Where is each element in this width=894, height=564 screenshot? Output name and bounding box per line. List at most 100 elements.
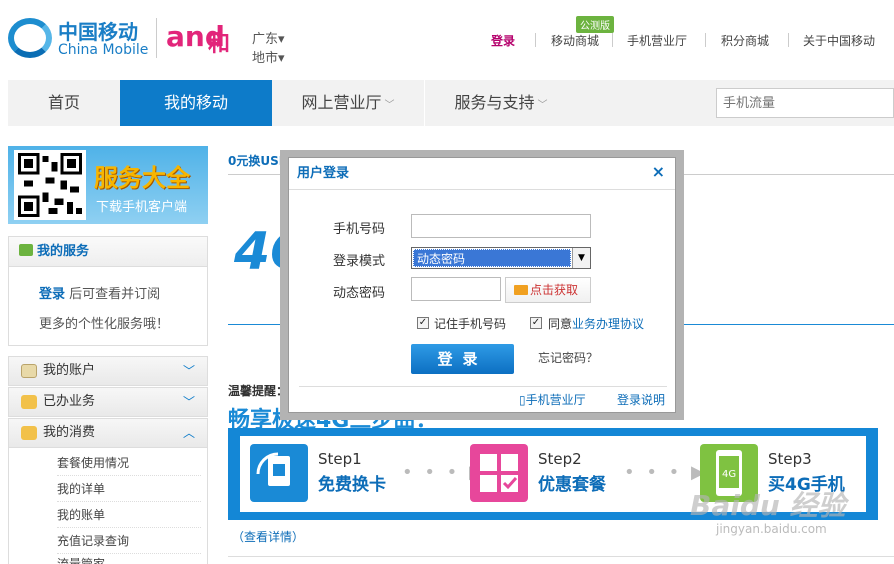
nav-online-hall-label: 网上营业厅 [301, 93, 382, 112]
top-nav-separator [705, 33, 706, 47]
baidu-watermark: Baidu 经验 [690, 489, 846, 522]
nav-service-support[interactable]: 服务与支持 ﹀ [425, 80, 577, 126]
consumption-submenu: 套餐使用情况 我的详单 我的账单 充值记录查询 流量管家 [8, 448, 208, 564]
and-he-logo[interactable]: and 和 [166, 16, 236, 60]
submenu-package-usage[interactable]: 套餐使用情况 [57, 450, 201, 476]
login-mode-label: 登录模式 [333, 254, 386, 269]
mobile-hall-link[interactable]: 手机营业厅 [627, 32, 687, 49]
beta-badge: 公测版 [576, 16, 614, 33]
get-code-button[interactable]: 点击获取 [505, 277, 591, 303]
logo-cn-text: 中国移动 [58, 20, 138, 44]
banner-title: 服务大全 [94, 164, 190, 192]
accordion-my-account-label: 我的账户 [43, 363, 96, 378]
points-mall-link[interactable]: 积分商城 [721, 32, 769, 49]
submenu-data-manager[interactable]: 流量管家 [57, 554, 201, 564]
view-details-link[interactable]: （查看详情） [232, 528, 304, 545]
agree-terms-text: 同意业务办理协议 [548, 315, 644, 332]
mobile-hall-modal-link-label: 手机营业厅 [525, 393, 586, 407]
step2-label: Step2 [538, 450, 582, 468]
step3-label: Step3 [768, 450, 812, 468]
services-login-link[interactable]: 登录 [39, 287, 65, 302]
services-line1-text: 后可查看并订阅 [65, 287, 161, 302]
login-link[interactable]: 登录 [491, 32, 515, 49]
services-line2: 更多的个性化服务哦！ [39, 317, 170, 332]
modal-title: 用户登录 [289, 158, 675, 190]
province-dropdown[interactable]: 广东▾ [252, 30, 285, 49]
step2-name[interactable]: 优惠套餐 [538, 470, 606, 495]
site-header: 中国移动 China Mobile and 和 广东▾ 地市▾ 公测版 登录 移… [0, 0, 894, 80]
modal-footer-divider [299, 386, 667, 387]
header-divider [156, 18, 157, 58]
submenu-my-details[interactable]: 我的详单 [57, 476, 201, 502]
nav-home[interactable]: 首页 [8, 80, 120, 126]
phone-label: 手机号码 [333, 222, 386, 237]
region-selector[interactable]: 广东▾ 地市▾ [252, 30, 285, 68]
login-help-link[interactable]: 登录说明 [617, 391, 665, 408]
baidu-watermark-url: jingyan.baidu.com [716, 522, 827, 536]
step1-label: Step1 [318, 450, 362, 468]
remember-phone-checkbox[interactable]: ✓ [417, 317, 429, 329]
top-nav-separator [788, 33, 789, 47]
mobile-hall-modal-link[interactable]: ▯手机营业厅 [519, 391, 586, 408]
accordion-handled-business[interactable]: 已办业务 ﹀ [8, 387, 208, 417]
city-dropdown[interactable]: 地市▾ [252, 49, 285, 68]
top-nav-separator [612, 33, 613, 47]
about-link[interactable]: 关于中国移动 [803, 32, 875, 49]
submenu-my-bill[interactable]: 我的账单 [57, 502, 201, 528]
accordion-my-consumption[interactable]: 我的消费 ︿ [8, 418, 208, 448]
logo-en-text: China Mobile [58, 42, 149, 58]
login-mode-value: 动态密码 [413, 249, 571, 267]
step1-name[interactable]: 免费换卡 [318, 470, 386, 495]
banner-subtitle: 下载手机客户端 [96, 200, 188, 215]
service-banner[interactable]: 服务大全 下载手机客户端 [8, 146, 208, 224]
he-logo-text: 和 [208, 32, 231, 57]
chevron-down-icon: ﹀ [384, 100, 395, 111]
warm-tip-label: 温馨提醒： [228, 384, 289, 398]
agree-terms-checkbox[interactable]: ✓ [530, 317, 542, 329]
envelope-icon [514, 285, 528, 295]
services-icon [19, 244, 33, 256]
chevron-down-icon: ﹀ [537, 100, 548, 111]
dynamic-code-input[interactable] [411, 277, 501, 301]
chevron-down-icon: ﹀ [182, 364, 195, 378]
my-services-panel: 我的服务 登录 后可查看并订阅 更多的个性化服务哦！ [8, 236, 208, 346]
nav-my-mobile[interactable]: 我的移动 [120, 80, 272, 126]
dynamic-code-label: 动态密码 [333, 286, 386, 301]
agree-prefix: 同意 [548, 317, 573, 331]
mall-link[interactable]: 移动商城 [551, 32, 599, 49]
accordion-my-consumption-label: 我的消费 [43, 425, 96, 440]
chevron-up-icon: ︿ [182, 426, 195, 440]
search-input[interactable] [716, 88, 894, 118]
accordion-my-account[interactable]: 我的账户 ﹀ [8, 356, 208, 386]
close-icon[interactable]: × [652, 162, 665, 181]
coins-icon [21, 426, 37, 440]
services-login-line: 登录 后可查看并订阅 [39, 283, 160, 302]
chevron-down-icon: ▼ [572, 248, 590, 268]
accordion-handled-business-label: 已办业务 [43, 394, 96, 409]
business-agreement-link[interactable]: 业务办理协议 [572, 317, 644, 331]
remember-phone-label: 记住手机号码 [434, 317, 507, 331]
package-grid-icon [470, 444, 528, 502]
login-mode-select[interactable]: 动态密码 ▼ [411, 247, 591, 269]
submenu-recharge-records[interactable]: 充值记录查询 [57, 528, 201, 554]
forgot-password-link[interactable]: 忘记密码？ [538, 349, 598, 366]
get-code-label: 点击获取 [530, 283, 579, 297]
login-button[interactable]: 登录 [411, 344, 514, 374]
my-services-title: 我的服务 [37, 244, 90, 259]
id-card-icon [21, 364, 37, 378]
nav-service-support-label: 服务与支持 [454, 93, 535, 112]
top-nav-separator [535, 33, 536, 47]
arrow-dots-icon: • • • ▶ [624, 462, 708, 483]
sim-card-icon [250, 444, 308, 502]
qr-code-icon [14, 150, 86, 220]
china-mobile-logo[interactable]: 中国移动 China Mobile [8, 14, 148, 64]
my-services-header: 我的服务 [9, 237, 207, 267]
phone-input[interactable] [411, 214, 591, 238]
chevron-down-icon: ﹀ [182, 395, 195, 409]
nav-online-hall[interactable]: 网上营业厅 ﹀ [272, 80, 424, 126]
china-mobile-swirl-icon [8, 18, 52, 58]
phone-icon: ▯ [519, 393, 526, 407]
content-divider [228, 556, 894, 557]
login-modal: 用户登录 × 手机号码 登录模式 动态密码 ▼ 动态密码 点击获取 ✓ 记住手机… [288, 157, 676, 413]
svg-text:4G: 4G [722, 469, 736, 480]
